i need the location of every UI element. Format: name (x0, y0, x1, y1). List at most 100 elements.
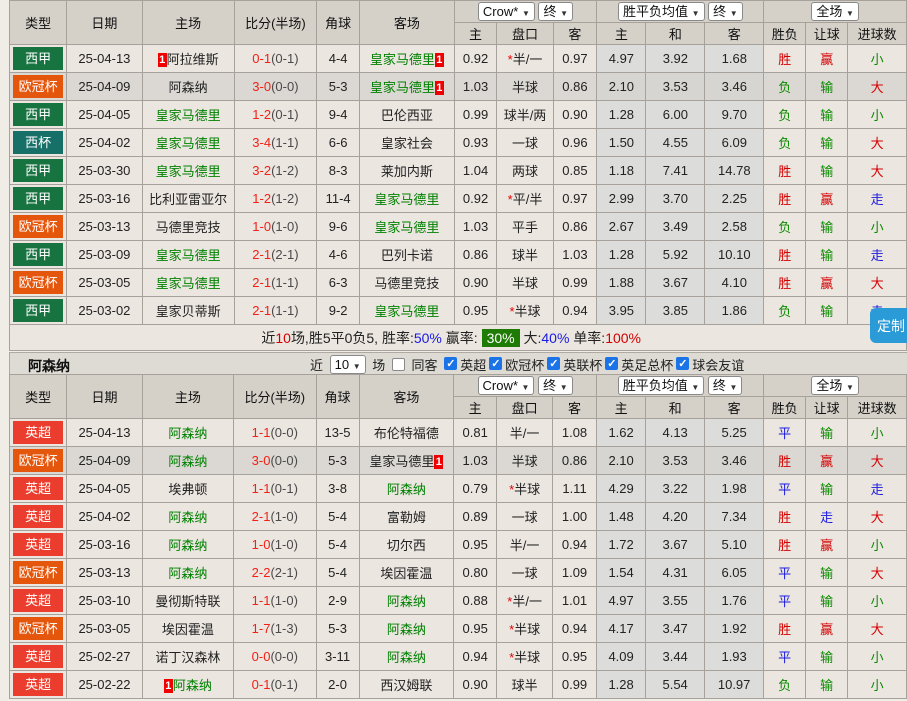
home-team-name[interactable]: 皇家马德里 (156, 164, 221, 179)
home-team-name[interactable]: 阿森纳 (169, 80, 208, 95)
half-time-score: (1-0) (270, 593, 297, 608)
avg-odds-draw: 3.22 (646, 475, 705, 503)
full-time-score: 3-0 (252, 453, 271, 468)
score-cell: 1-2(1-2) (234, 185, 317, 213)
away-team-name[interactable]: 皇家马德里 (369, 454, 434, 469)
avg-odds-select[interactable]: 胜平负均值 ▼ (618, 2, 705, 21)
same-away-checkbox[interactable] (392, 358, 405, 371)
goals-result-cell: 大 (848, 503, 907, 531)
home-team-name[interactable]: 阿森纳 (173, 678, 212, 693)
customize-button[interactable]: 定制 (870, 308, 907, 343)
league-filter-checkbox[interactable] (676, 357, 689, 370)
league-filter-checkbox[interactable] (489, 357, 502, 370)
final-odds-select[interactable]: 终 ▼ (538, 2, 573, 21)
half-time-score: (1-1) (271, 303, 298, 318)
home-team-name[interactable]: 阿森纳 (168, 538, 207, 553)
away-team-name[interactable]: 皇家马德里 (370, 80, 435, 95)
home-team-name[interactable]: 阿森纳 (168, 510, 207, 525)
home-team-cell: 皇家马德里 (142, 157, 234, 185)
home-team-cell: 马德里竞技 (142, 213, 234, 241)
away-team-name[interactable]: 皇家马德里 (370, 52, 435, 67)
bookmaker-select[interactable]: Crow* ▼ (478, 2, 535, 21)
handicap-line: 半球 (497, 73, 553, 101)
subheader-goals: 进球数 (848, 397, 907, 419)
home-team-name[interactable]: 埃弗顿 (168, 482, 207, 497)
half-time-score: (1-2) (271, 191, 298, 206)
changed-line-star: * (507, 594, 512, 609)
away-team-name[interactable]: 皇家马德里 (374, 304, 439, 319)
home-team-name[interactable]: 皇家马德里 (156, 136, 221, 151)
home-team-name[interactable]: 皇家贝蒂斯 (156, 304, 221, 319)
home-team-name[interactable]: 皇家马德里 (156, 108, 221, 123)
recent-count-value: 10 (335, 357, 349, 372)
avg-odds-draw: 6.00 (646, 101, 705, 129)
handicap-line: *半/一 (497, 587, 553, 615)
away-team-name[interactable]: 富勒姆 (387, 510, 426, 525)
changed-line-star: * (509, 482, 514, 497)
league-filter-checkbox[interactable] (605, 357, 618, 370)
full-time-score: 2-1 (252, 303, 271, 318)
home-team-name[interactable]: 诺丁汉森林 (155, 650, 220, 665)
league-filter-checkbox[interactable] (444, 357, 457, 370)
match-date: 25-04-13 (67, 45, 142, 73)
away-team-name[interactable]: 皇家马德里 (374, 220, 439, 235)
avg-odds-away: 3.46 (705, 73, 764, 101)
home-team-name[interactable]: 阿森纳 (168, 454, 207, 469)
half-time-score: (1-0) (270, 537, 297, 552)
home-team-name[interactable]: 阿森纳 (168, 426, 207, 441)
recent-count-select[interactable]: 10 ▼ (330, 355, 366, 374)
avg-odds-select[interactable]: 胜平负均值 ▼ (618, 376, 705, 395)
home-team-name[interactable]: 阿森纳 (168, 566, 207, 581)
away-team-name[interactable]: 巴列卡诺 (381, 248, 433, 263)
scope-select[interactable]: 全场 ▼ (811, 2, 859, 21)
home-team-name[interactable]: 埃因霍温 (162, 622, 214, 637)
final-odds-select-2[interactable]: 终 ▼ (708, 2, 743, 21)
full-time-score: 1-1 (252, 425, 271, 440)
league-badge: 英超 (13, 533, 63, 556)
handicap-odds-home: 0.90 (454, 269, 497, 297)
away-team-name[interactable]: 皇家马德里 (374, 192, 439, 207)
away-team-name[interactable]: 布伦特福德 (374, 426, 439, 441)
league-filter-checkbox[interactable] (547, 357, 560, 370)
handicap-odds-away: 1.09 (553, 559, 597, 587)
home-team-name[interactable]: 比利亚雷亚尔 (149, 192, 227, 207)
away-team-name[interactable]: 巴伦西亚 (381, 108, 433, 123)
away-team-name[interactable]: 皇家社会 (381, 136, 433, 151)
away-team-name[interactable]: 切尔西 (387, 538, 426, 553)
league-badge: 西甲 (13, 243, 63, 266)
away-team-name[interactable]: 西汉姆联 (380, 678, 432, 693)
corners-cell: 9-6 (317, 213, 360, 241)
away-team-name[interactable]: 阿森纳 (387, 650, 426, 665)
handicap-odds-away: 0.97 (553, 45, 597, 73)
away-team-name[interactable]: 马德里竞技 (374, 276, 439, 291)
home-team-name[interactable]: 皇家马德里 (156, 248, 221, 263)
final-odds-select-2[interactable]: 终 ▼ (708, 376, 743, 395)
avg-odds-away: 6.09 (705, 129, 764, 157)
header-corners: 角球 (317, 1, 360, 45)
handicap-odds-away: 0.86 (553, 447, 597, 475)
bookmaker-select[interactable]: Crow* ▼ (478, 376, 535, 395)
away-team-name[interactable]: 阿森纳 (387, 594, 426, 609)
avg-odds-away: 2.58 (705, 213, 764, 241)
result-cell: 平 (764, 419, 806, 447)
header-away: 客场 (360, 1, 455, 45)
corners-cell: 2-9 (316, 587, 359, 615)
away-team-name[interactable]: 莱加内斯 (381, 164, 433, 179)
match-date: 25-04-09 (67, 447, 142, 475)
away-team-name[interactable]: 阿森纳 (387, 622, 426, 637)
match-row: 西杯25-04-02皇家马德里3-4(1-1)6-6皇家社会0.93一球0.96… (10, 129, 907, 157)
avg-odds-home: 4.17 (597, 615, 646, 643)
home-team-name[interactable]: 曼彻斯特联 (155, 594, 220, 609)
away-team-name[interactable]: 阿森纳 (387, 482, 426, 497)
avg-odds-home: 1.72 (597, 531, 646, 559)
home-team-name[interactable]: 皇家马德里 (156, 276, 221, 291)
avg-odds-draw: 3.92 (646, 45, 705, 73)
home-team-cell: 皇家马德里 (142, 241, 234, 269)
goals-result-cell: 小 (848, 419, 907, 447)
league-badge: 西甲 (13, 103, 63, 126)
away-team-name[interactable]: 埃因霍温 (380, 566, 432, 581)
home-team-name[interactable]: 马德里竞技 (156, 220, 221, 235)
scope-select[interactable]: 全场 ▼ (811, 376, 859, 395)
home-team-name[interactable]: 阿拉维斯 (167, 52, 219, 67)
final-odds-select[interactable]: 终 ▼ (538, 376, 573, 395)
